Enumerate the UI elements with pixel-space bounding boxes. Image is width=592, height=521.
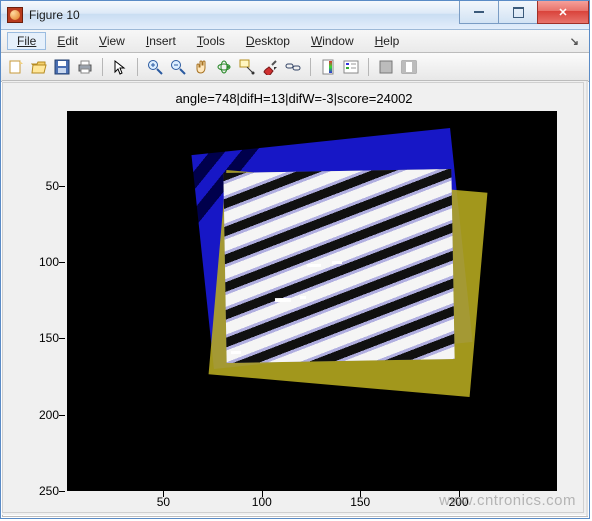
separator bbox=[368, 58, 369, 76]
figure-canvas[interactable]: angle=748|difH=13|difW=-3|score=24002 bbox=[2, 81, 586, 515]
axes-image bbox=[67, 111, 557, 491]
y-tick-label: 250 bbox=[39, 484, 59, 498]
x-tick-label: 100 bbox=[252, 495, 272, 509]
y-tick bbox=[59, 262, 65, 263]
y-tick-label: 50 bbox=[46, 179, 59, 193]
minimize-button[interactable] bbox=[459, 1, 499, 24]
save-icon[interactable] bbox=[53, 58, 71, 76]
menu-window[interactable]: Window bbox=[301, 32, 364, 50]
matlab-icon bbox=[7, 7, 23, 23]
separator bbox=[310, 58, 311, 76]
menu-tools[interactable]: Tools bbox=[187, 32, 235, 50]
y-tick-label: 150 bbox=[39, 331, 59, 345]
artifact bbox=[300, 296, 306, 299]
y-tick-label: 200 bbox=[39, 408, 59, 422]
pan-icon[interactable] bbox=[192, 58, 210, 76]
rotate-3d-icon[interactable] bbox=[215, 58, 233, 76]
separator bbox=[102, 58, 103, 76]
y-tick bbox=[59, 415, 65, 416]
y-tick bbox=[59, 186, 65, 187]
menu-desktop[interactable]: Desktop bbox=[236, 32, 300, 50]
legend-icon[interactable] bbox=[342, 58, 360, 76]
menu-items: File Edit View Insert Tools Desktop Wind… bbox=[7, 32, 409, 50]
scroll-gutter bbox=[586, 81, 588, 516]
y-tick bbox=[59, 338, 65, 339]
separator bbox=[137, 58, 138, 76]
menu-help[interactable]: Help bbox=[365, 32, 410, 50]
matlab-figure-window: Figure 10 File Edit View Insert Tools De… bbox=[0, 0, 590, 519]
menu-file[interactable]: File bbox=[7, 32, 46, 50]
menu-view[interactable]: View bbox=[89, 32, 135, 50]
y-tick bbox=[59, 491, 65, 492]
hide-plot-tools-icon[interactable] bbox=[377, 58, 395, 76]
artifact bbox=[332, 261, 342, 264]
zoom-in-icon[interactable] bbox=[146, 58, 164, 76]
title-bar[interactable]: Figure 10 bbox=[1, 1, 589, 30]
x-tick-label: 50 bbox=[157, 495, 170, 509]
axes[interactable]: 5010015020025050100150200 bbox=[67, 111, 557, 491]
axes-title: angle=748|difH=13|difW=-3|score=24002 bbox=[2, 91, 586, 106]
menu-insert[interactable]: Insert bbox=[136, 32, 186, 50]
window-title: Figure 10 bbox=[29, 8, 80, 22]
overlap-fringe-overlay bbox=[223, 169, 454, 363]
toolbar bbox=[1, 53, 589, 82]
print-icon[interactable] bbox=[76, 58, 94, 76]
colorbar-icon[interactable] bbox=[319, 58, 337, 76]
artifact bbox=[275, 298, 291, 302]
data-cursor-icon[interactable] bbox=[238, 58, 256, 76]
watermark-text: www.cntronics.com bbox=[439, 492, 576, 509]
link-plot-icon[interactable] bbox=[284, 58, 302, 76]
zoom-out-icon[interactable] bbox=[169, 58, 187, 76]
maximize-button[interactable] bbox=[498, 1, 538, 24]
artifact bbox=[307, 264, 321, 267]
open-icon[interactable] bbox=[30, 58, 48, 76]
x-tick-label: 150 bbox=[350, 495, 370, 509]
new-figure-icon[interactable] bbox=[7, 58, 25, 76]
dock-controls-icon[interactable]: ↘ bbox=[566, 35, 583, 48]
y-tick-label: 100 bbox=[39, 255, 59, 269]
menu-bar: File Edit View Insert Tools Desktop Wind… bbox=[1, 30, 589, 53]
brush-icon[interactable] bbox=[261, 58, 279, 76]
close-button[interactable] bbox=[537, 1, 589, 24]
window-controls bbox=[460, 1, 589, 25]
pointer-icon[interactable] bbox=[111, 58, 129, 76]
show-plot-tools-icon[interactable] bbox=[400, 58, 418, 76]
menu-edit[interactable]: Edit bbox=[47, 32, 88, 50]
artifact bbox=[231, 351, 241, 354]
